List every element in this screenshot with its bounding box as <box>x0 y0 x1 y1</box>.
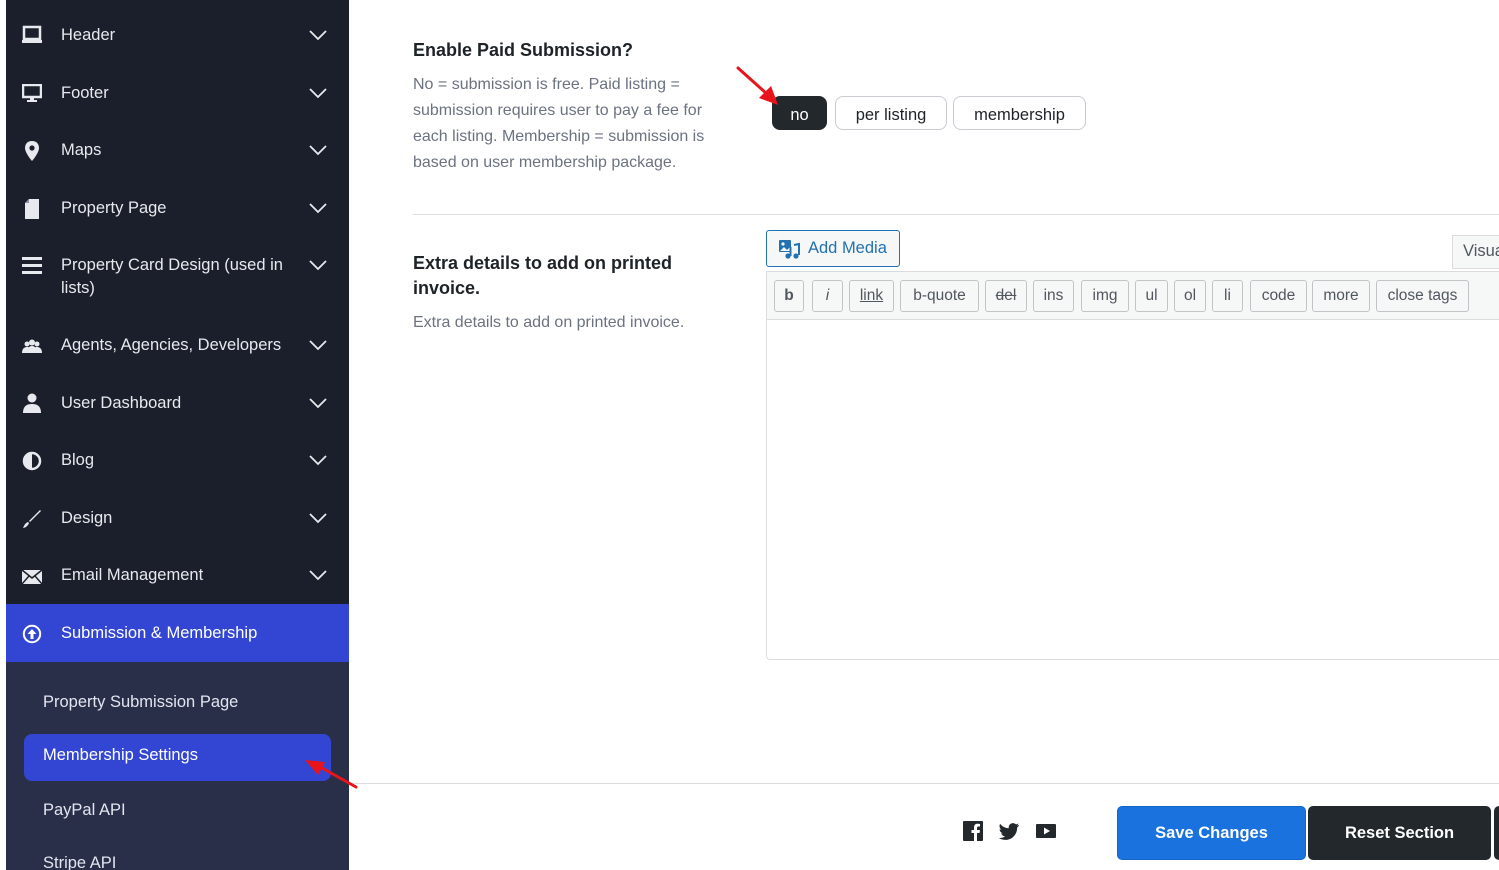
chevron-down-icon[interactable] <box>307 82 329 104</box>
qt-code-button[interactable]: code <box>1250 280 1307 312</box>
sidebar-item-agents[interactable]: Agents, Agencies, Developers <box>6 334 349 358</box>
qt-img-button[interactable]: img <box>1081 280 1129 312</box>
section-divider <box>413 214 1499 215</box>
qt-more-button[interactable]: more <box>1312 280 1370 312</box>
sidebar-item-email-management[interactable]: Email Management <box>6 564 349 588</box>
qt-blockquote-button[interactable]: b-quote <box>900 280 979 312</box>
reset-section-button[interactable]: Reset Section <box>1308 806 1491 860</box>
invoice-description: Extra details to add on printed invoice. <box>413 314 685 331</box>
sidebar-item-label: User Dashboard <box>61 394 182 412</box>
facebook-icon[interactable] <box>963 821 983 841</box>
submenu-item-label: Stripe API <box>43 854 117 870</box>
laptop-icon <box>22 24 42 44</box>
sidebar-item-label: Design <box>61 509 113 527</box>
chevron-down-icon[interactable] <box>307 449 329 471</box>
qt-link-button[interactable]: link <box>849 280 894 312</box>
sidebar-item-label: Footer <box>61 84 109 102</box>
submenu-item-label: Property Submission Page <box>43 693 239 711</box>
envelope-icon <box>22 567 42 587</box>
annotation-arrow <box>736 66 778 105</box>
chevron-down-icon[interactable] <box>307 197 329 219</box>
brush-icon <box>22 509 42 529</box>
sidebar-item-maps[interactable]: Maps <box>6 139 349 163</box>
sidebar-item-design[interactable]: Design <box>6 507 349 531</box>
chevron-down-icon[interactable] <box>307 254 329 276</box>
paid-option-membership-button[interactable]: membership <box>953 96 1086 130</box>
invoice-title: Extra details to add on printed invoice. <box>413 253 673 298</box>
annotation-arrow <box>305 760 358 789</box>
paid-submission-title: Enable Paid Submission? <box>413 40 634 60</box>
chevron-down-icon[interactable] <box>307 139 329 161</box>
paid-submission-description: No = submission is free. Paid listing = … <box>413 76 705 171</box>
sidebar-item-property-card-design[interactable]: Property Card Design (used in lists) <box>6 254 349 300</box>
chevron-down-icon[interactable] <box>307 507 329 529</box>
sidebar-item-blog[interactable]: Blog <box>6 449 349 473</box>
add-media-button[interactable]: Add Media <box>766 230 900 267</box>
add-media-label: Add Media <box>808 239 887 257</box>
user-icon <box>22 393 42 413</box>
sidebar-item-footer[interactable]: Footer <box>6 82 349 106</box>
list-icon <box>22 256 42 276</box>
sidebar-item-label: Email Management <box>61 566 204 584</box>
submenu-item-stripe-api[interactable]: Stripe API <box>24 842 331 870</box>
upload-circle-icon <box>22 624 42 644</box>
qt-ol-button[interactable]: ol <box>1174 280 1206 312</box>
sidebar-item-label: Header <box>61 26 116 44</box>
youtube-icon[interactable] <box>1036 821 1056 841</box>
sidebar-item-label: Blog <box>61 451 95 469</box>
reset-all-button[interactable] <box>1494 806 1499 860</box>
group-icon <box>22 336 42 356</box>
qt-bold-button[interactable]: b <box>774 280 804 312</box>
paid-option-per-listing-button[interactable]: per listing <box>835 96 947 130</box>
chevron-down-icon[interactable] <box>307 392 329 414</box>
chevron-down-icon[interactable] <box>307 564 329 586</box>
sidebar-item-label: Maps <box>61 141 102 159</box>
sidebar-item-label: Agents, Agencies, Developers <box>61 336 282 354</box>
qt-li-button[interactable]: li <box>1212 280 1243 312</box>
chevron-down-icon[interactable] <box>307 334 329 356</box>
quicktags-toolbar: b i link b-quote del ins img ul ol li co… <box>766 271 1499 319</box>
sidebar-item-label: Submission & Membership <box>61 624 258 642</box>
invoice-details-editor[interactable] <box>766 319 1499 660</box>
sidebar-item-property-page[interactable]: Property Page <box>6 197 349 221</box>
qt-italic-button[interactable]: i <box>812 280 843 312</box>
sidebar-item-user-dashboard[interactable]: User Dashboard <box>6 392 349 416</box>
desktop-icon <box>22 83 42 103</box>
qt-del-button[interactable]: del <box>985 280 1027 312</box>
media-icon <box>779 239 800 259</box>
submenu-item-membership-settings[interactable]: Membership Settings <box>24 734 331 781</box>
footer-divider <box>349 783 1499 784</box>
document-icon <box>22 199 42 219</box>
chevron-down-icon[interactable] <box>307 24 329 46</box>
save-changes-button[interactable]: Save Changes <box>1117 806 1306 860</box>
sidebar: Header Footer Maps Property Page Propert… <box>6 0 349 870</box>
submenu-submission-membership: Property Submission Page Membership Sett… <box>6 662 349 870</box>
sidebar-item-label: Property Page <box>61 199 167 217</box>
twitter-icon[interactable] <box>999 821 1019 841</box>
sidebar-item-label: Property Card Design (used in lists) <box>61 256 283 297</box>
submenu-item-paypal-api[interactable]: PayPal API <box>24 789 331 836</box>
submenu-item-label: PayPal API <box>43 801 126 819</box>
sidebar-item-submission-membership[interactable]: Submission & Membership <box>6 604 349 662</box>
visual-tab[interactable]: Visual <box>1452 235 1499 269</box>
map-pin-icon <box>22 141 42 161</box>
qt-ins-button[interactable]: ins <box>1033 280 1074 312</box>
sidebar-item-header[interactable]: Header <box>6 24 349 48</box>
qt-close-tags-button[interactable]: close tags <box>1376 280 1469 312</box>
half-circle-icon <box>22 451 42 471</box>
submenu-item-label: Membership Settings <box>43 746 198 764</box>
qt-ul-button[interactable]: ul <box>1135 280 1168 312</box>
submenu-item-property-submission-page[interactable]: Property Submission Page <box>24 681 331 728</box>
